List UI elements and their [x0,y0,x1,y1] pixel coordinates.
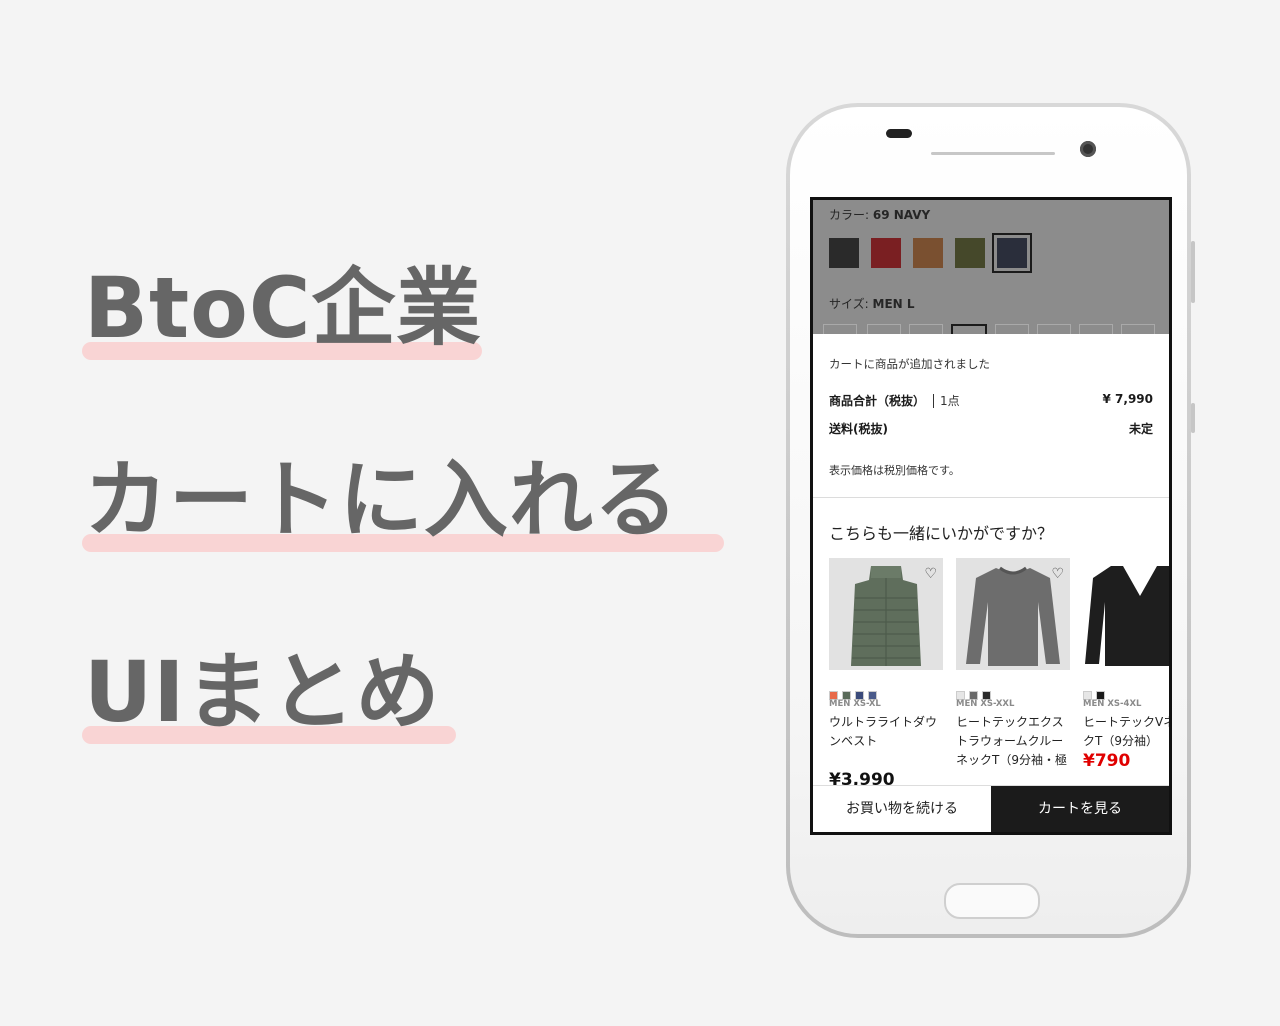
headline-line-3: UIまとめ [82,643,456,744]
headline-text: BtoC企業 [84,259,482,357]
size-label: サイズ: MEN L [829,297,915,311]
color-chips [829,685,943,700]
product-name[interactable]: ウルトラライトダウンベスト [829,713,943,770]
color-swatch[interactable] [913,238,943,268]
product-price-sale: ¥790 [1083,751,1131,771]
size-option[interactable] [1079,324,1113,334]
size-option[interactable] [823,324,857,334]
shipping-row: 送料(税抜) 未定 [829,420,1153,437]
product-image[interactable] [1083,558,1169,670]
phone-screen: カラー: 69 NAVY サイズ: MEN L カートに商品が追加されました 商… [810,197,1172,835]
color-swatch-selected[interactable] [992,233,1032,273]
product-card[interactable]: MEN XS-4XL ヒートテックVネックT（9分袖） ¥790 [1083,558,1169,771]
subtotal-row: 商品合計（税抜） 1点 ¥ 7,990 [829,392,1153,409]
heart-plus-icon[interactable]: ♡ [1051,566,1064,582]
headline-text: UIまとめ [84,643,441,741]
camera-icon [1080,141,1096,157]
divider [813,497,1169,498]
speaker-icon [886,129,912,138]
sheet-actions: お買い物を続ける カートを見る [813,785,1169,832]
continue-shopping-button[interactable]: お買い物を続ける [813,786,991,832]
size-option[interactable] [909,324,943,334]
size-option[interactable] [1121,324,1155,334]
tax-note: 表示価格は税別価格です。 [829,464,960,477]
subtotal-label: 商品合計（税抜） [829,394,926,408]
color-swatch[interactable] [955,238,985,268]
headline-line-2: カートに入れる [82,451,724,552]
shipping-label: 送料(税抜) [829,422,888,436]
volume-button [1191,241,1195,303]
vneck-shirt-image [1085,566,1169,666]
color-chips [1083,685,1169,700]
view-cart-button[interactable]: カートを見る [991,786,1169,832]
phone-body: カラー: 69 NAVY サイズ: MEN L カートに商品が追加されました 商… [790,107,1187,934]
phone-mockup: カラー: 69 NAVY サイズ: MEN L カートに商品が追加されました 商… [786,103,1195,938]
added-message: カートに商品が追加されました [829,357,990,371]
product-image[interactable]: ♡ [829,558,943,670]
recommend-title: こちらも一緒にいかがですか？ [829,524,1054,543]
product-page-backdrop: カラー: 69 NAVY サイズ: MEN L [813,200,1169,334]
product-sizes: MEN XS-4XL [1083,699,1142,709]
cart-added-sheet: カートに商品が追加されました 商品合計（税抜） 1点 ¥ 7,990 送料(税抜)… [813,334,1169,832]
product-name[interactable]: ヒートテックエクストラウォームクルーネックT（9分袖・極暖） [956,713,1070,770]
home-button[interactable] [944,883,1040,919]
size-option-selected[interactable] [951,324,987,334]
color-swatch[interactable] [871,238,901,268]
product-card[interactable]: ♡ MEN XS-XXL ヒートテックエクストラウォームクルーネックT（9分袖・… [956,558,1070,770]
color-label: カラー: 69 NAVY [829,208,931,222]
product-card[interactable]: ♡ MEN XS-XL ウルトラライトダウンベスト ¥3,990 [829,558,943,790]
headline-line-1: BtoC企業 [82,259,482,360]
product-image[interactable]: ♡ [956,558,1070,670]
product-name[interactable]: ヒートテックVネックT（9分袖） [1083,713,1169,751]
size-option[interactable] [995,324,1029,334]
shipping-value: 未定 [1128,422,1153,436]
size-option[interactable] [867,324,901,334]
color-swatch[interactable] [829,238,859,268]
color-chips [956,685,1070,700]
heart-plus-icon[interactable]: ♡ [924,566,937,582]
subtotal-value: ¥ 7,990 [1102,392,1153,406]
earpiece-slit [931,152,1055,155]
product-sizes: MEN XS-XXL [956,699,1015,709]
headline-text: カートに入れる [84,451,680,549]
power-button [1191,403,1195,433]
subtotal-qty: 1点 [933,394,960,408]
product-sizes: MEN XS-XL [829,699,881,709]
size-option[interactable] [1037,324,1071,334]
